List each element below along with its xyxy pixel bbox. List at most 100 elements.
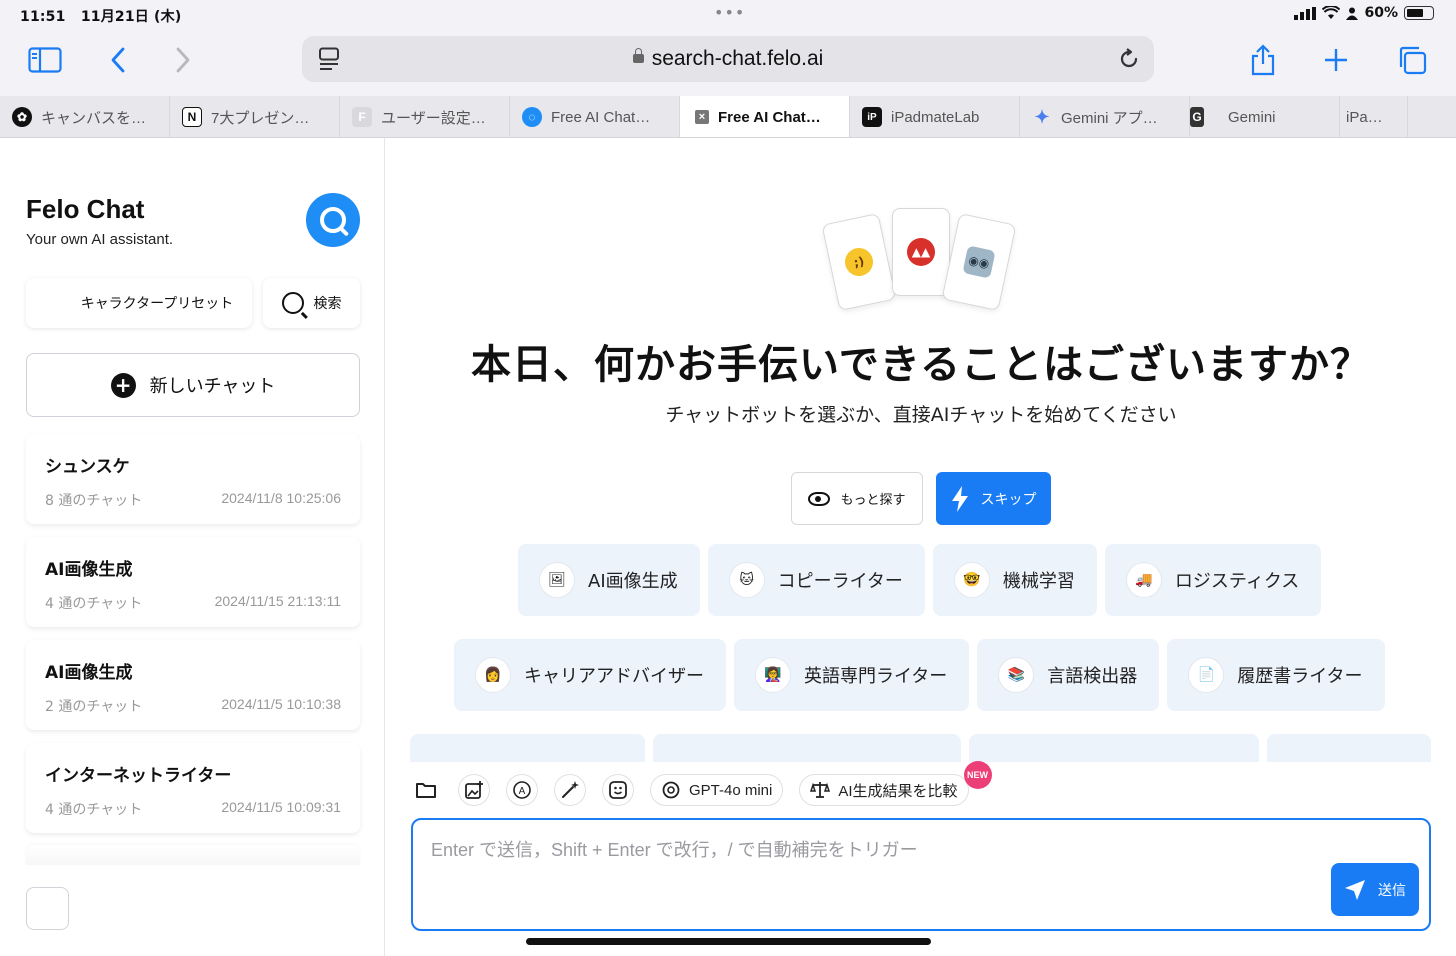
app-subtitle: Your own AI assistant. xyxy=(26,231,174,248)
send-button[interactable]: 送信 xyxy=(1331,863,1419,916)
composer-toolbar: A GPT-4o mini AI生成結果を比較 NEW xyxy=(410,761,1456,818)
chat-history-item[interactable]: AI画像生成 2 通のチャット 2024/11/5 10:10:38 xyxy=(26,640,360,730)
add-image-icon[interactable] xyxy=(458,774,490,806)
page-subheadline: チャットボットを選ぶか、直接AIチャットを始めてください xyxy=(665,404,1177,426)
character-card: ;) xyxy=(821,212,897,312)
document-icon: 📄 xyxy=(1189,658,1224,692)
wifi-icon xyxy=(1322,6,1341,19)
tab-overview-icon[interactable] xyxy=(1392,42,1432,78)
woman-icon: 👩 xyxy=(476,658,510,692)
chatbot-chip[interactable]: 👩‍🏫 英語専門ライター xyxy=(734,639,970,711)
reload-icon[interactable] xyxy=(1118,48,1140,70)
status-indicators: 60% xyxy=(1294,5,1434,21)
search-icon xyxy=(281,292,304,314)
new-tab-icon[interactable] xyxy=(1316,42,1356,78)
felo-icon: ◌ xyxy=(522,107,542,127)
robot-icon: ◉◉ xyxy=(962,245,996,279)
truck-icon: 🚚 xyxy=(1126,563,1161,597)
chatbot-chip[interactable]: 🚚 ロジスティクス xyxy=(1104,544,1322,616)
home-indicator xyxy=(526,938,931,945)
chat-history-item[interactable]: AI画像生成 4 通のチャット 2024/11/15 21:13:11 xyxy=(26,537,360,627)
svg-text:A: A xyxy=(519,786,526,797)
notion-icon: N xyxy=(182,107,202,127)
chatbot-chip[interactable]: 📚 言語検出器 xyxy=(977,639,1160,711)
folder-icon[interactable] xyxy=(410,774,442,806)
emoji-icon[interactable] xyxy=(602,774,634,806)
send-arrow-icon xyxy=(1345,879,1365,900)
chatbot-chip[interactable]: 📄 履歴書ライター xyxy=(1167,639,1385,711)
forward-icon[interactable] xyxy=(163,42,203,78)
chatbot-chip[interactable] xyxy=(1267,734,1431,764)
translate-icon[interactable]: A xyxy=(506,774,538,806)
lock-icon xyxy=(632,48,644,63)
battery-percent: 60% xyxy=(1364,5,1398,21)
character-cards: ;) ▲▲ ◉◉ xyxy=(821,206,1017,316)
explore-more-button[interactable]: もっと探す xyxy=(791,472,923,525)
teacher-icon: 👩‍🏫 xyxy=(756,658,790,692)
chatbot-chip[interactable] xyxy=(410,734,645,764)
character-card: ▲▲ xyxy=(892,208,950,296)
chatbot-row-partial xyxy=(410,734,1431,764)
url-bar[interactable]: search-chat.felo.ai xyxy=(302,36,1154,82)
page-headline: 本日、何かお手伝いできることはございますか？ xyxy=(471,342,1371,388)
magic-wand-icon[interactable] xyxy=(554,774,586,806)
tab-ipadmatelab[interactable]: iP iPadmateLab xyxy=(850,96,1020,137)
picture-icon: 🖼 xyxy=(540,563,574,597)
character-preset-button[interactable]: キャラクタープリセット xyxy=(26,278,252,328)
ipadmatelab-icon: iP xyxy=(862,107,882,127)
tab-free-ai-chat-active[interactable]: × Free AI Chat… xyxy=(680,96,850,137)
chat-history-item[interactable]: シュンスケ 8 通のチャット 2024/11/8 10:25:06 xyxy=(26,434,360,524)
chatbot-chip[interactable]: 🤓 機械学習 xyxy=(932,544,1097,616)
tab-user-settings[interactable]: F ユーザー設定… xyxy=(340,96,510,137)
sidebar-toggle-icon[interactable] xyxy=(25,42,65,78)
character-card: ◉◉ xyxy=(941,212,1017,312)
ogre-icon: ▲▲ xyxy=(907,238,935,266)
chatbot-row: 🖼 AI画像生成 🐱 コピーライター 🤓 機械学習 🚚 ロジスティクス xyxy=(518,544,1329,616)
scale-icon xyxy=(810,782,831,798)
tab-bar: ✿ キャンバスを… N 7大プレゼン… F ユーザー設定… ◌ Free AI Chat… xyxy=(0,96,1456,138)
skip-button[interactable]: スキップ xyxy=(936,472,1051,525)
chat-history-list: シュンスケ 8 通のチャット 2024/11/8 10:25:06 AI画像生成… xyxy=(26,434,360,846)
message-input[interactable] xyxy=(431,836,1311,876)
new-chat-button[interactable]: + 新しいチャット xyxy=(26,353,360,417)
tab-gemini-app[interactable]: ✦ Gemini アプ… xyxy=(1020,96,1190,137)
chatbot-chip[interactable]: 🐱 コピーライター xyxy=(707,544,925,616)
model-selector[interactable]: GPT-4o mini xyxy=(650,774,784,806)
url-text: search-chat.felo.ai xyxy=(302,47,1154,71)
tab-chatgpt[interactable]: ✿ キャンバスを… xyxy=(0,96,170,137)
tab-notion[interactable]: N 7大プレゼン… xyxy=(170,96,340,137)
collapse-sidebar-button[interactable] xyxy=(26,887,69,930)
person-icon xyxy=(1346,7,1359,20)
g-icon: G xyxy=(1190,107,1204,127)
status-bar: 11:51 11月21日 (木) ••• 60% xyxy=(0,0,1456,30)
compare-results-button[interactable]: AI生成結果を比較 NEW xyxy=(799,761,992,806)
tab-ipa[interactable]: iPa… xyxy=(1340,96,1408,137)
share-icon[interactable] xyxy=(1243,42,1283,78)
chatgpt-icon: ✿ xyxy=(12,107,32,127)
chat-history-item[interactable]: インターネットライター 4 通のチャット 2024/11/5 10:09:31 xyxy=(26,743,360,833)
chatbot-chip[interactable] xyxy=(969,734,1259,764)
eye-icon xyxy=(808,491,831,506)
main-panel: ;) ▲▲ ◉◉ 本日、何かお手伝いできることはございますか？ チャットボットを… xyxy=(386,138,1456,956)
tab-gemini[interactable]: G Gemini xyxy=(1190,96,1340,137)
app-title: Felo Chat xyxy=(26,194,145,224)
plus-circle-icon: + xyxy=(110,372,136,398)
sidebar: Felo Chat Your own AI assistant. キャラクタープ… xyxy=(0,138,385,956)
battery-icon xyxy=(1404,6,1434,20)
gemini-sparkle-icon: ✦ xyxy=(1034,106,1050,127)
openai-icon xyxy=(662,781,680,799)
chatbot-chip[interactable]: 👩 キャリアアドバイザー xyxy=(454,639,726,711)
felo-logo-icon xyxy=(306,193,360,247)
chatbot-chip[interactable]: 🖼 AI画像生成 xyxy=(518,544,700,616)
close-tab-icon[interactable]: × xyxy=(695,110,709,124)
back-icon[interactable] xyxy=(98,42,138,78)
multitasking-dots-icon[interactable]: ••• xyxy=(714,3,745,22)
nerd-face-icon: 🤓 xyxy=(954,563,989,597)
tab-free-ai-chat-1[interactable]: ◌ Free AI Chat… xyxy=(510,96,680,137)
browser-toolbar: search-chat.felo.ai xyxy=(0,30,1456,96)
lightning-icon xyxy=(951,485,968,512)
chatbot-chip[interactable] xyxy=(653,734,961,764)
search-button[interactable]: 検索 xyxy=(263,278,360,328)
winking-face-icon: ;) xyxy=(842,245,876,279)
new-badge: NEW xyxy=(963,761,992,789)
